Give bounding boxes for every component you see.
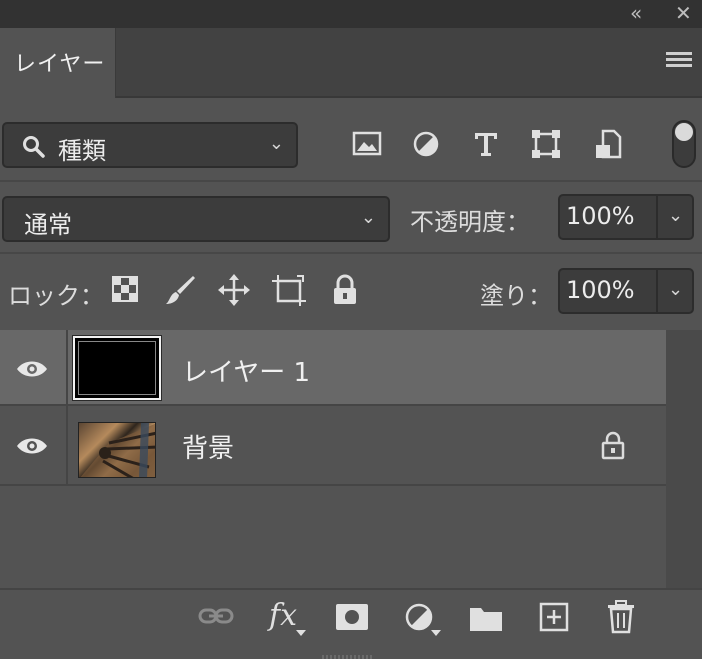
background-layer-thumbnail[interactable] — [78, 422, 156, 478]
adjustment-layer-icon[interactable] — [404, 602, 434, 632]
opacity-value[interactable]: 100% — [566, 202, 635, 230]
link-layers-icon[interactable] — [198, 606, 234, 626]
opacity-field[interactable]: 100% ⌄ — [558, 194, 694, 240]
fill-value[interactable]: 100% — [566, 276, 635, 304]
eye-visibility-icon[interactable] — [16, 436, 48, 456]
layers-list: レイヤー 1 背景 — [0, 330, 702, 588]
fx-dropdown-arrow-icon — [296, 630, 306, 636]
adjustment-dropdown-arrow-icon — [431, 630, 441, 636]
lock-icon — [601, 431, 625, 460]
lock-position-icon[interactable] — [217, 273, 251, 307]
chevron-down-icon: ⌄ — [268, 133, 284, 154]
layer-mask-icon[interactable] — [335, 603, 369, 631]
filter-kind-select[interactable]: 種類 ⌄ — [2, 122, 298, 168]
close-icon[interactable]: ✕ — [675, 2, 692, 24]
chevron-down-icon[interactable]: ⌄ — [668, 205, 683, 226]
collapse-panel-icon[interactable]: « — [630, 2, 642, 24]
filter-toggle-switch[interactable] — [672, 120, 696, 168]
layer-row[interactable]: レイヤー 1 — [0, 330, 666, 406]
blend-row: 通常 ⌄ 不透明度： 100% ⌄ — [0, 180, 702, 252]
shape-filter-icon[interactable] — [531, 129, 561, 159]
filter-kind-label: 種類 — [58, 137, 106, 165]
lock-transparent-pixels-icon[interactable] — [112, 276, 138, 302]
staircase-photo-image — [80, 423, 155, 477]
search-icon — [23, 136, 45, 158]
fill-field[interactable]: 100% ⌄ — [558, 268, 694, 314]
adjustment-filter-icon[interactable] — [412, 130, 440, 158]
tab-layers[interactable]: レイヤー — [0, 28, 116, 98]
layer-thumbnail[interactable] — [72, 335, 162, 401]
fill-label: 塗り： — [480, 282, 552, 310]
panel-resize-grip[interactable] — [322, 655, 372, 659]
opacity-label: 不透明度： — [410, 208, 530, 236]
new-layer-icon[interactable] — [539, 602, 569, 632]
layer-row[interactable]: 背景 — [0, 406, 666, 486]
blend-mode-label: 通常 — [24, 211, 72, 239]
trash-icon[interactable] — [606, 600, 636, 634]
panel-title-bar: « ✕ — [0, 0, 702, 28]
image-filter-icon[interactable] — [352, 130, 382, 158]
layers-scrollbar[interactable] — [666, 330, 702, 588]
lock-artboard-icon[interactable] — [271, 273, 307, 307]
fx-icon[interactable]: fx — [269, 598, 297, 633]
chevron-down-icon[interactable]: ⌄ — [668, 279, 683, 300]
tab-layers-label: レイヤー — [14, 52, 106, 77]
eye-visibility-icon[interactable] — [16, 359, 48, 379]
layer-name[interactable]: 背景 — [182, 428, 234, 465]
lock-all-icon[interactable] — [331, 274, 359, 306]
lock-image-pixels-icon[interactable] — [164, 274, 196, 306]
chevron-down-icon: ⌄ — [360, 207, 376, 228]
group-folder-icon[interactable] — [469, 604, 503, 632]
lock-label: ロック： — [8, 282, 104, 310]
blend-mode-select[interactable]: 通常 ⌄ — [2, 196, 390, 242]
smart-object-filter-icon[interactable] — [594, 129, 622, 161]
hamburger-menu-icon[interactable] — [666, 52, 692, 70]
layer-name[interactable]: レイヤー 1 — [182, 352, 310, 389]
type-filter-icon[interactable] — [472, 130, 500, 158]
panel-tab-row: レイヤー — [0, 28, 702, 98]
